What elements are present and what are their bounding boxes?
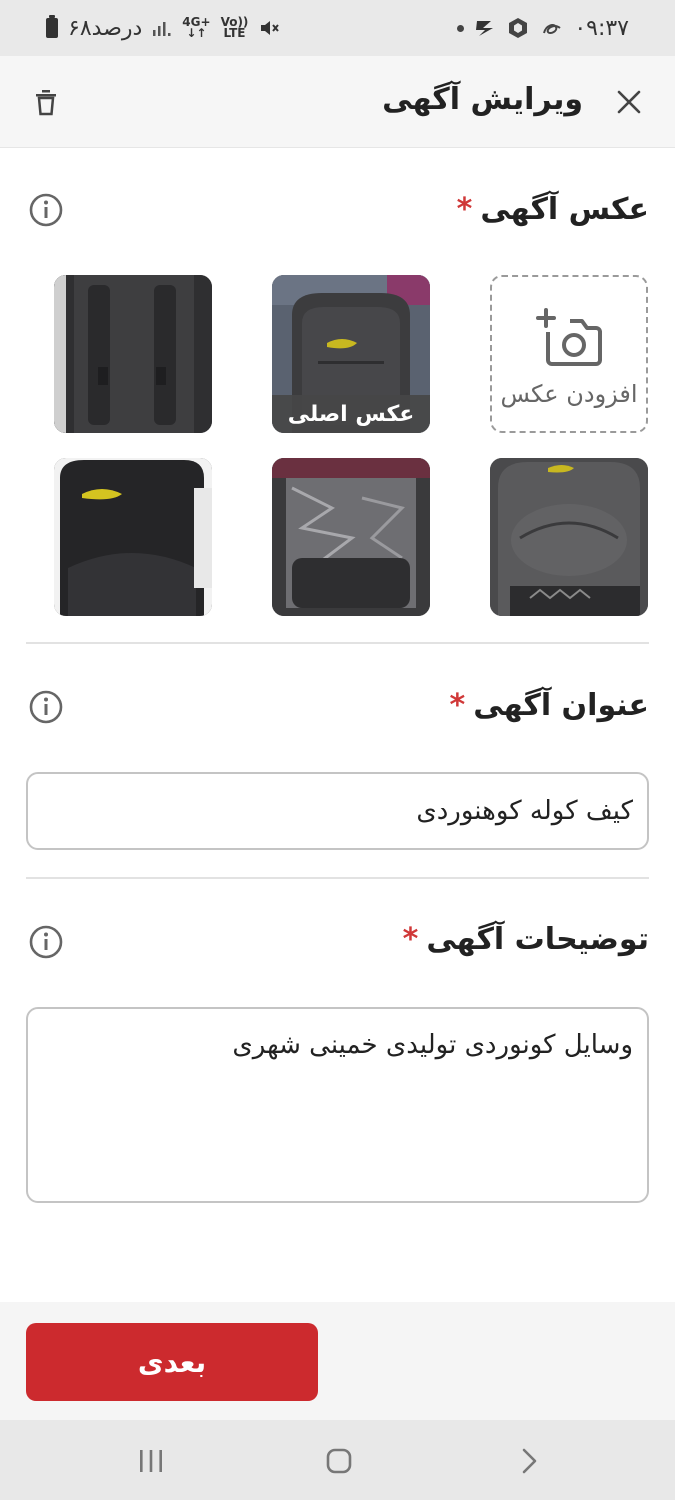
hexagon-app-icon bbox=[509, 18, 528, 38]
photo-thumbnail[interactable] bbox=[54, 458, 212, 616]
photos-section-title: عکس آگهی* bbox=[457, 192, 649, 227]
network-indicator: 4G+ ↓↑ bbox=[182, 16, 210, 40]
volte-bottom: LTE bbox=[223, 26, 246, 40]
volte-indicator: Vo)) LTE bbox=[221, 16, 249, 40]
title-section-text: عنوان آگهی bbox=[473, 688, 649, 723]
photo-thumbnail[interactable] bbox=[490, 458, 648, 616]
main-photo-badge: عکس اصلی bbox=[272, 395, 430, 433]
photo-thumbnail[interactable] bbox=[54, 275, 212, 433]
trash-icon[interactable] bbox=[30, 86, 62, 118]
add-photo-label: افزودن عکس bbox=[500, 380, 638, 408]
ad-title-input[interactable]: کیف کوله کوهنوردی bbox=[26, 772, 649, 850]
screen: ۶۸درصد 4G+ ↓↑ Vo)) LTE ۰۹:۳۷ ویرایش آگهی… bbox=[0, 0, 675, 1500]
title-section-title: عنوان آگهی* bbox=[450, 688, 649, 723]
add-camera-icon bbox=[536, 308, 602, 366]
ad-title-value: کیف کوله کوهنوردی bbox=[416, 796, 633, 826]
required-mark: * bbox=[449, 688, 466, 723]
divider bbox=[26, 877, 649, 879]
status-bar-right: ۰۹:۳۷ bbox=[457, 16, 629, 41]
next-button[interactable]: بعدی bbox=[26, 1323, 318, 1401]
backpack-image bbox=[54, 458, 212, 616]
ad-description-textarea[interactable]: وسایل کونوردی تولیدی خمینی شهری bbox=[26, 1007, 649, 1203]
app-notification-icon bbox=[476, 21, 494, 36]
notification-dot-icon bbox=[457, 24, 465, 32]
close-icon[interactable] bbox=[615, 88, 643, 116]
backpack-image bbox=[490, 458, 648, 616]
status-bar: ۶۸درصد 4G+ ↓↑ Vo)) LTE ۰۹:۳۷ bbox=[0, 0, 675, 56]
home-icon[interactable] bbox=[324, 1446, 354, 1476]
info-icon[interactable] bbox=[28, 689, 64, 725]
system-nav-bar bbox=[0, 1420, 675, 1500]
back-chevron-icon[interactable] bbox=[514, 1446, 544, 1476]
clock: ۰۹:۳۷ bbox=[574, 15, 629, 41]
photos-title-text: عکس آگهی bbox=[480, 192, 649, 227]
add-photo-button[interactable]: افزودن عکس bbox=[490, 275, 648, 433]
photo-thumbnail[interactable] bbox=[272, 458, 430, 616]
description-title-text: توضیحات آگهی bbox=[426, 922, 649, 957]
script-app-icon bbox=[543, 24, 561, 35]
description-section-title: توضیحات آگهی* bbox=[403, 922, 649, 957]
info-icon[interactable] bbox=[28, 924, 64, 960]
battery-icon bbox=[46, 15, 58, 38]
backpack-image bbox=[272, 458, 430, 616]
status-bar-left: ۶۸درصد 4G+ ↓↑ Vo)) LTE bbox=[46, 15, 280, 41]
network-arrows: ↓↑ bbox=[186, 26, 207, 40]
divider bbox=[26, 642, 649, 644]
signal-icon bbox=[153, 22, 171, 36]
info-icon[interactable] bbox=[28, 192, 64, 228]
bottom-action-bar: بعدی bbox=[0, 1302, 675, 1420]
page-title: ویرایش آگهی bbox=[382, 82, 583, 117]
backpack-image bbox=[54, 275, 212, 433]
battery-text: ۶۸درصد bbox=[68, 15, 143, 41]
ad-description-value: وسایل کونوردی تولیدی خمینی شهری bbox=[232, 1030, 633, 1060]
photo-thumbnail-main[interactable]: عکس اصلی bbox=[272, 275, 430, 433]
required-mark: * bbox=[402, 922, 419, 957]
recent-apps-icon[interactable] bbox=[136, 1446, 166, 1476]
mute-icon bbox=[261, 21, 280, 35]
app-bar: ویرایش آگهی bbox=[0, 56, 675, 148]
required-mark: * bbox=[456, 192, 473, 227]
